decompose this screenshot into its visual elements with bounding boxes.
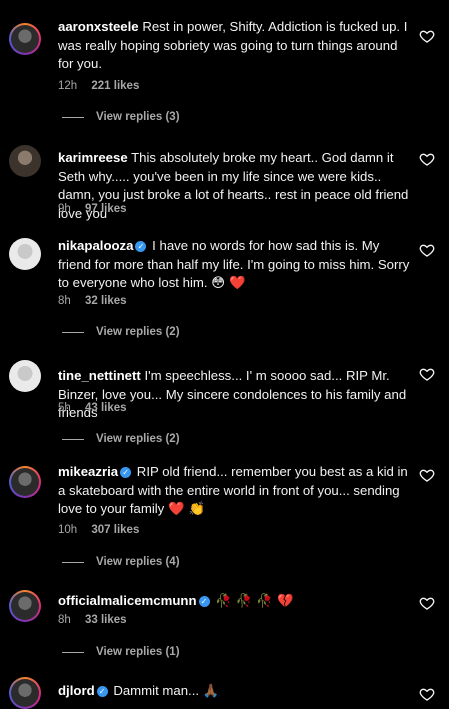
- view-replies-button[interactable]: View replies (3): [62, 111, 180, 123]
- avatar[interactable]: [9, 23, 41, 55]
- comment-time: 8h: [58, 295, 71, 307]
- view-replies-label: View replies (3): [96, 111, 180, 123]
- verified-badge-icon: ✓: [135, 241, 147, 252]
- replies-divider: [62, 331, 84, 333]
- replies-divider: [62, 438, 84, 440]
- verified-badge-icon: ✓: [120, 467, 132, 478]
- view-replies-label: View replies (2): [96, 326, 180, 338]
- view-replies-button[interactable]: View replies (1): [62, 646, 180, 658]
- heart-outline-icon[interactable]: [419, 595, 435, 611]
- comment-meta: 12h 221 likes: [58, 80, 150, 92]
- view-replies-label: View replies (4): [96, 556, 180, 568]
- heart-outline-icon[interactable]: [419, 686, 435, 702]
- comment-body: officialmalicemcmunn ✓ 🥀 🥀 🥀 💔: [58, 592, 410, 612]
- avatar[interactable]: [9, 238, 41, 270]
- comment-meta: 9h 97 likes: [58, 203, 138, 215]
- likes-count[interactable]: 97 likes: [85, 203, 127, 215]
- heart-outline-icon[interactable]: [419, 242, 435, 258]
- replies-divider: [62, 651, 84, 653]
- comment-meta: 5h 43 likes: [58, 402, 138, 414]
- avatar[interactable]: [9, 360, 41, 392]
- likes-count[interactable]: 33 likes: [85, 614, 127, 626]
- comment-time: 10h: [58, 524, 78, 536]
- avatar[interactable]: [9, 677, 41, 709]
- verified-badge-icon: ✓: [198, 596, 210, 607]
- view-replies-label: View replies (1): [96, 646, 180, 658]
- comment-body: nikapalooza ✓ I have no words for how sad…: [58, 237, 410, 294]
- replies-divider: [62, 561, 84, 563]
- comment-time: 12h: [58, 80, 78, 92]
- username[interactable]: djlord: [58, 683, 95, 698]
- view-replies-button[interactable]: View replies (4): [62, 556, 180, 568]
- avatar[interactable]: [9, 145, 41, 177]
- view-replies-button[interactable]: View replies (2): [62, 433, 180, 445]
- comment-emoji: ❤️ 👏: [167, 502, 205, 517]
- likes-count[interactable]: 32 likes: [85, 295, 127, 307]
- comment-meta: 8h 32 likes: [58, 295, 138, 307]
- avatar[interactable]: [9, 590, 41, 622]
- likes-count[interactable]: 307 likes: [91, 524, 139, 536]
- comment-body: mikeazria ✓ RIP old friend... remember yo…: [58, 463, 410, 520]
- likes-count[interactable]: 43 likes: [85, 402, 127, 414]
- replies-divider: [62, 116, 84, 118]
- username[interactable]: aaronxsteele: [58, 19, 139, 34]
- comment-emoji: 🥀 🥀 🥀 💔: [215, 594, 294, 609]
- username[interactable]: karimreese: [58, 150, 128, 165]
- username[interactable]: nikapalooza: [58, 238, 133, 253]
- likes-count[interactable]: 221 likes: [91, 80, 139, 92]
- heart-outline-icon[interactable]: [419, 366, 435, 382]
- heart-outline-icon[interactable]: [419, 467, 435, 483]
- comment-text: Dammit man...: [113, 683, 200, 698]
- heart-outline-icon[interactable]: [419, 28, 435, 44]
- comment-body: aaronxsteele Rest in power, Shifty. Addi…: [58, 18, 410, 74]
- heart-outline-icon[interactable]: [419, 151, 435, 167]
- comment-emoji: 🙏🏾: [202, 684, 220, 699]
- comment-emoji: 😳 ❤️: [211, 276, 246, 291]
- verified-badge-icon: ✓: [96, 686, 108, 697]
- comment-time: 9h: [58, 203, 71, 215]
- comment-body: tine_nettinett I'm speechless... I' m so…: [58, 367, 410, 423]
- username[interactable]: tine_nettinett: [58, 368, 141, 383]
- comment-meta: 8h 33 likes: [58, 614, 138, 626]
- view-replies-label: View replies (2): [96, 433, 180, 445]
- comment-body: djlord ✓ Dammit man... 🙏🏾: [58, 682, 410, 702]
- comment-meta: 10h 307 likes: [58, 524, 150, 536]
- username[interactable]: mikeazria: [58, 464, 118, 479]
- comment-time: 8h: [58, 614, 71, 626]
- username[interactable]: officialmalicemcmunn: [58, 593, 197, 608]
- comment-time: 5h: [58, 402, 71, 414]
- view-replies-button[interactable]: View replies (2): [62, 326, 180, 338]
- avatar[interactable]: [9, 466, 41, 498]
